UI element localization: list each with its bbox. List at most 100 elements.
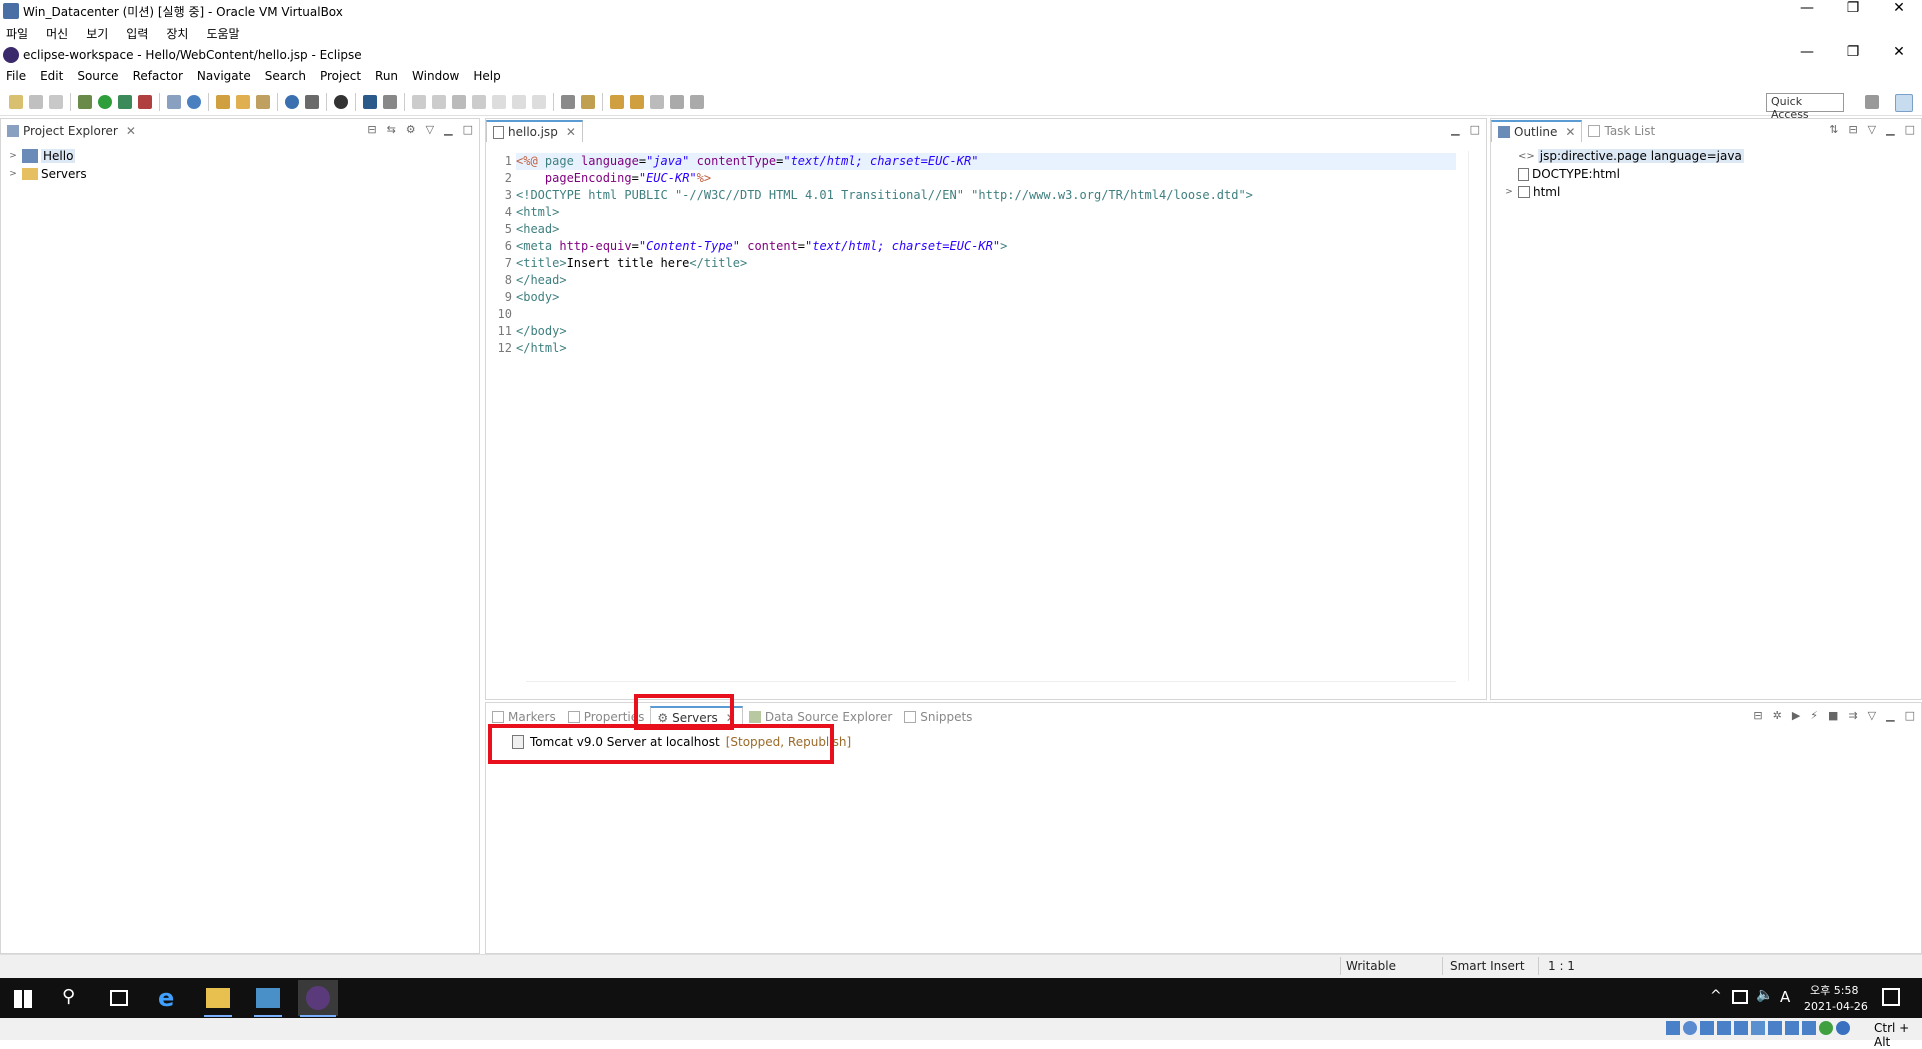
vbox-menu-view[interactable]: 보기 <box>86 25 108 42</box>
volume-muted-icon[interactable]: 🔈 <box>1756 987 1773 1003</box>
annotation-nav-icon[interactable] <box>581 94 595 109</box>
tab-hello-jsp[interactable]: hello.jsp ✕ <box>486 120 583 142</box>
start-server-icon[interactable]: ▶ <box>1792 709 1800 722</box>
coverage-icon[interactable] <box>118 94 132 109</box>
horizontal-scrollbar[interactable] <box>526 681 1456 693</box>
external-tools-icon[interactable] <box>138 94 152 109</box>
tab-task-list[interactable]: Task List <box>1582 120 1661 142</box>
terminate-icon[interactable] <box>452 94 466 109</box>
close-icon[interactable]: ✕ <box>566 125 576 139</box>
menu-window[interactable]: Window <box>412 69 459 83</box>
collapse-all-icon[interactable]: ⊟ <box>1753 709 1762 722</box>
audio-icon[interactable] <box>1700 1021 1714 1035</box>
step-over-icon[interactable] <box>512 94 526 109</box>
eclipse-restore-button[interactable]: ❐ <box>1830 44 1876 60</box>
terminal-icon[interactable] <box>363 94 377 109</box>
maximize-icon[interactable]: □ <box>463 123 473 136</box>
minimize-icon[interactable]: ▁ <box>1886 709 1894 722</box>
next-annotation-icon[interactable] <box>610 94 624 109</box>
outline-item-doctype[interactable]: DOCTYPE:html <box>1503 165 1744 183</box>
outline-item-page-directive[interactable]: <> jsp:directive.page language=java <box>1503 147 1744 165</box>
eclipse-minimize-button[interactable]: — <box>1784 44 1830 60</box>
chevron-right-icon[interactable]: > <box>7 151 19 161</box>
menu-source[interactable]: Source <box>77 69 118 83</box>
annotation-icon[interactable] <box>305 94 319 109</box>
chevron-right-icon[interactable]: > <box>7 169 19 179</box>
menu-edit[interactable]: Edit <box>40 69 63 83</box>
minimize-icon[interactable]: ▁ <box>1886 123 1894 136</box>
debug-icon[interactable] <box>78 94 92 109</box>
quick-access-input[interactable]: Quick Access <box>1766 93 1844 121</box>
vbox-menu-file[interactable]: 파일 <box>6 25 28 42</box>
profile-icon[interactable] <box>334 94 348 109</box>
suspend-icon[interactable] <box>432 94 446 109</box>
vbox-menu-machine[interactable]: 머신 <box>46 25 68 42</box>
publish-icon[interactable]: ⇉ <box>1848 709 1857 722</box>
view-menu-icon[interactable]: ▽ <box>426 123 434 136</box>
javaee-perspective-icon[interactable] <box>1895 94 1913 112</box>
step-into-icon[interactable] <box>492 94 506 109</box>
mouse-integration-icon[interactable] <box>1819 1021 1833 1035</box>
new-icon[interactable] <box>9 94 23 109</box>
link-editor-icon[interactable]: ⇆ <box>387 123 396 136</box>
tree-item-hello[interactable]: > Hello <box>7 147 87 165</box>
server-manager-icon[interactable] <box>256 988 280 1008</box>
globe-icon[interactable] <box>285 94 299 109</box>
vbox-minimize-button[interactable]: — <box>1784 0 1830 16</box>
menu-run[interactable]: Run <box>375 69 398 83</box>
close-icon[interactable]: ✕ <box>1565 125 1575 139</box>
vbox-menu-input[interactable]: 입력 <box>126 25 148 42</box>
menu-navigate[interactable]: Navigate <box>197 69 251 83</box>
notification-icon[interactable] <box>1882 988 1900 1006</box>
eclipse-close-button[interactable]: ✕ <box>1876 44 1922 60</box>
tab-snippets[interactable]: Snippets <box>898 706 978 728</box>
code-editor[interactable]: <%@ page language="java" contentType="te… <box>516 153 1456 357</box>
toggle-mark-icon[interactable] <box>561 94 575 109</box>
vbox-menu-help[interactable]: 도움말 <box>206 25 239 42</box>
vbox-restore-button[interactable]: ❐ <box>1830 0 1876 16</box>
collapse-all-icon[interactable]: ⊟ <box>367 123 376 136</box>
sort-icon[interactable]: ⇅ <box>1829 123 1838 136</box>
maximize-icon[interactable]: □ <box>1905 709 1915 722</box>
new-class-icon[interactable] <box>187 94 201 109</box>
close-icon[interactable]: ✕ <box>126 124 136 138</box>
file-explorer-icon[interactable] <box>206 988 230 1008</box>
host-key-arrow-icon[interactable] <box>1836 1021 1850 1035</box>
profile-server-icon[interactable]: ⚡ <box>1810 709 1818 722</box>
run-icon[interactable] <box>98 94 112 109</box>
task-view-icon[interactable] <box>110 990 128 1006</box>
menu-search[interactable]: Search <box>265 69 306 83</box>
search-icon[interactable]: ⚲ <box>62 986 75 1007</box>
vertical-scrollbar[interactable] <box>1468 151 1480 681</box>
filter-icon[interactable]: ⚙ <box>406 123 416 136</box>
clock-time[interactable]: 오후 5:58 <box>1810 982 1858 998</box>
tab-outline[interactable]: Outline ✕ <box>1491 120 1583 142</box>
resume-icon[interactable] <box>412 94 426 109</box>
menu-help[interactable]: Help <box>473 69 500 83</box>
clock-date[interactable]: 2021-04-26 <box>1804 1000 1868 1013</box>
new-server-icon[interactable] <box>167 94 181 109</box>
view-menu-icon[interactable]: ▽ <box>1868 709 1876 722</box>
maximize-icon[interactable]: □ <box>1470 123 1480 136</box>
outline-item-html[interactable]: > html <box>1503 183 1744 201</box>
windows-start-icon[interactable] <box>14 990 32 1008</box>
tab-project-explorer[interactable]: Project Explorer ✕ <box>1 120 142 142</box>
optical-drive-icon[interactable] <box>1683 1021 1697 1035</box>
back-icon[interactable] <box>670 94 684 109</box>
menu-project[interactable]: Project <box>320 69 361 83</box>
recording-icon[interactable] <box>1785 1021 1799 1035</box>
shared-folder-icon[interactable] <box>1751 1021 1765 1035</box>
open-folder-icon[interactable] <box>236 94 250 109</box>
vbox-close-button[interactable]: ✕ <box>1876 0 1922 16</box>
tree-item-servers[interactable]: > Servers <box>7 165 86 183</box>
menu-refactor[interactable]: Refactor <box>133 69 183 83</box>
forward-icon[interactable] <box>690 94 704 109</box>
chevron-right-icon[interactable]: > <box>1503 187 1515 197</box>
debug-server-icon[interactable]: ✲ <box>1773 709 1782 722</box>
network-icon[interactable] <box>1732 990 1748 1004</box>
save-all-icon[interactable] <box>49 94 63 109</box>
network-adapter-icon[interactable] <box>1717 1021 1731 1035</box>
stop-server-icon[interactable]: ■ <box>1828 709 1838 722</box>
menu-file[interactable]: File <box>6 69 26 83</box>
save-icon[interactable] <box>29 94 43 109</box>
